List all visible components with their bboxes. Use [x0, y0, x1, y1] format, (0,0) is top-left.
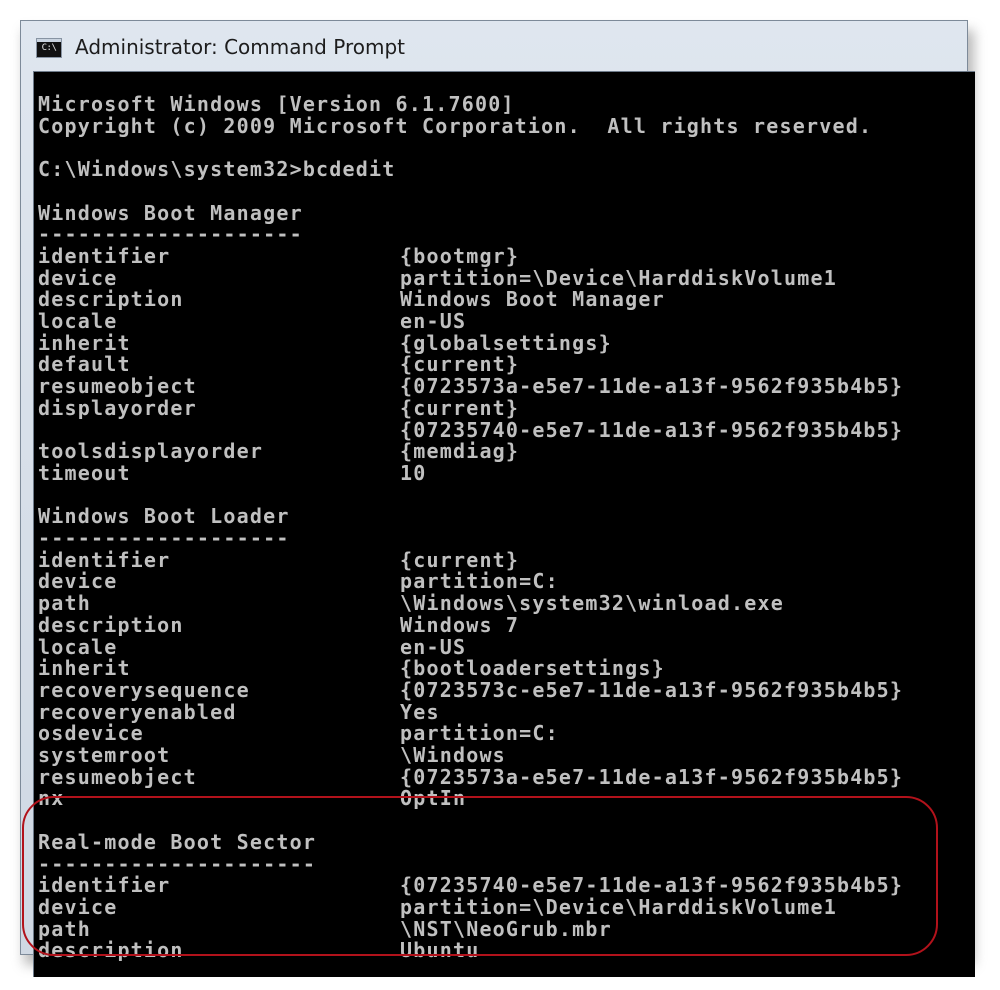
console-line-value: partition=C: — [400, 721, 559, 746]
console-line-key: identifier — [38, 243, 171, 268]
highlight-annotation — [22, 796, 938, 956]
console-line-key: path — [38, 591, 91, 616]
console-line-key: Windows Boot Loader — [38, 504, 290, 529]
console-line-value: Yes — [400, 699, 440, 724]
console-line-key: osdevice — [38, 721, 144, 746]
console-line: inherit {globalsettings} — [38, 330, 611, 355]
console-line: osdevice partition=C: — [38, 721, 558, 746]
console-line-value: \Windows\system32\winload.exe — [400, 591, 784, 616]
console-line: resumeobject {0723573a-e5e7-11de-a13f-956… — [38, 764, 902, 789]
console-line: Microsoft Windows [Version 6.1.7600] — [38, 93, 515, 115]
console-line: description Windows 7 — [38, 612, 518, 637]
console-line-key: Windows Boot Manager — [38, 200, 303, 225]
console-line: identifier {bootmgr} — [38, 243, 518, 268]
console-line-key: locale — [38, 634, 118, 659]
console-line-value: {07235740-e5e7-11de-a13f-9562f935b4b5} — [400, 417, 904, 442]
console-line-key: systemroot — [38, 743, 171, 767]
console-line: ------------------- — [38, 527, 290, 549]
cmd-icon[interactable]: C:\ — [36, 38, 62, 58]
console-line: displayorder {current} — [38, 395, 518, 420]
console-line: resumeobject {0723573a-e5e7-11de-a13f-956… — [38, 374, 902, 399]
console-line-key: device — [38, 569, 118, 594]
console-line: locale en-US — [38, 309, 465, 333]
console-line: systemroot \Windows — [38, 743, 505, 767]
console-line: timeout 10 — [38, 460, 425, 485]
console-line-value: {current} — [400, 547, 520, 572]
console-line-value: {0723573a-e5e7-11de-a13f-9562f935b4b5} — [400, 764, 904, 789]
console-line: Windows Boot Manager — [38, 202, 303, 224]
console-line-value: partition=C: — [400, 569, 559, 594]
console-line: Windows Boot Loader — [38, 505, 290, 527]
console-line: default {current} — [38, 352, 518, 377]
console-line-key: resumeobject — [38, 374, 197, 399]
console-line-key: resumeobject — [38, 764, 197, 789]
console-line-key: device — [38, 265, 118, 290]
console-line: C:\Windows\system32>bcdedit — [38, 158, 396, 180]
console-line-key: inherit — [38, 330, 131, 355]
console-line: identifier {current} — [38, 547, 518, 572]
console-line: device partition=\Device\HarddiskVolume1 — [38, 265, 836, 290]
console-line-key: Microsoft Windows [Version 6.1.7600] — [38, 92, 515, 116]
console-line-key: default — [38, 352, 131, 377]
console-line-value: {0723573c-e5e7-11de-a13f-9562f935b4b5} — [400, 677, 904, 702]
console-line: Copyright (c) 2009 Microsoft Corporation… — [38, 115, 872, 137]
console-line-key: -------------------- — [38, 222, 303, 247]
console-line-value: partition=\Device\HarddiskVolume1 — [400, 265, 837, 290]
console-line-key: displayorder — [38, 395, 197, 420]
console-line-value: {memdiag} — [400, 439, 520, 464]
console-line-value: \Windows — [400, 743, 506, 767]
console-line-key: timeout — [38, 460, 131, 485]
console-line-value: {globalsettings} — [400, 330, 612, 355]
console-line-value: {bootmgr} — [400, 243, 520, 268]
console-line-value: 10 — [400, 460, 427, 485]
console-line: recoveryenabled Yes — [38, 699, 439, 724]
console-line: locale en-US — [38, 634, 465, 659]
console-line-value: {current} — [400, 395, 520, 420]
console-line-key: Copyright (c) 2009 Microsoft Corporation… — [38, 113, 873, 138]
window-title: Administrator: Command Prompt — [75, 35, 405, 59]
console-line-key: locale — [38, 309, 118, 333]
console-line: device partition=C: — [38, 569, 558, 594]
title-bar[interactable]: C:\ Administrator: Command Prompt — [21, 21, 967, 73]
console-line-value: Windows Boot Manager — [400, 287, 665, 312]
console-line-value: en-US — [400, 309, 467, 333]
console-line: recoverysequence {0723573c-e5e7-11de-a13f… — [38, 677, 902, 702]
console-line: path \Windows\system32\winload.exe — [38, 591, 783, 616]
console-line-key: recoveryenabled — [38, 699, 237, 724]
console-line-key: toolsdisplayorder — [38, 439, 264, 464]
console-line-value: {0723573a-e5e7-11de-a13f-9562f935b4b5} — [400, 374, 904, 399]
console-line: -------------------- — [38, 223, 303, 245]
console-line-value: {current} — [400, 352, 520, 377]
console-line-key: ------------------- — [38, 526, 290, 550]
console-line-value: {bootloadersettings} — [400, 656, 665, 681]
console-line-key: inherit — [38, 656, 131, 681]
console-line: toolsdisplayorder {memdiag} — [38, 439, 518, 464]
console-line: description Windows Boot Manager — [38, 287, 664, 312]
console-line-key: description — [38, 612, 184, 637]
console-line-key: identifier — [38, 547, 171, 572]
console-line: inherit {bootloadersettings} — [38, 656, 664, 681]
console-line-key: description — [38, 287, 184, 312]
console-line-key: C:\Windows\system32>bcdedit — [38, 157, 396, 182]
console-line-key: recoverysequence — [38, 677, 250, 702]
console-line-value: Windows 7 — [400, 612, 520, 637]
console-line-value: en-US — [400, 634, 467, 659]
